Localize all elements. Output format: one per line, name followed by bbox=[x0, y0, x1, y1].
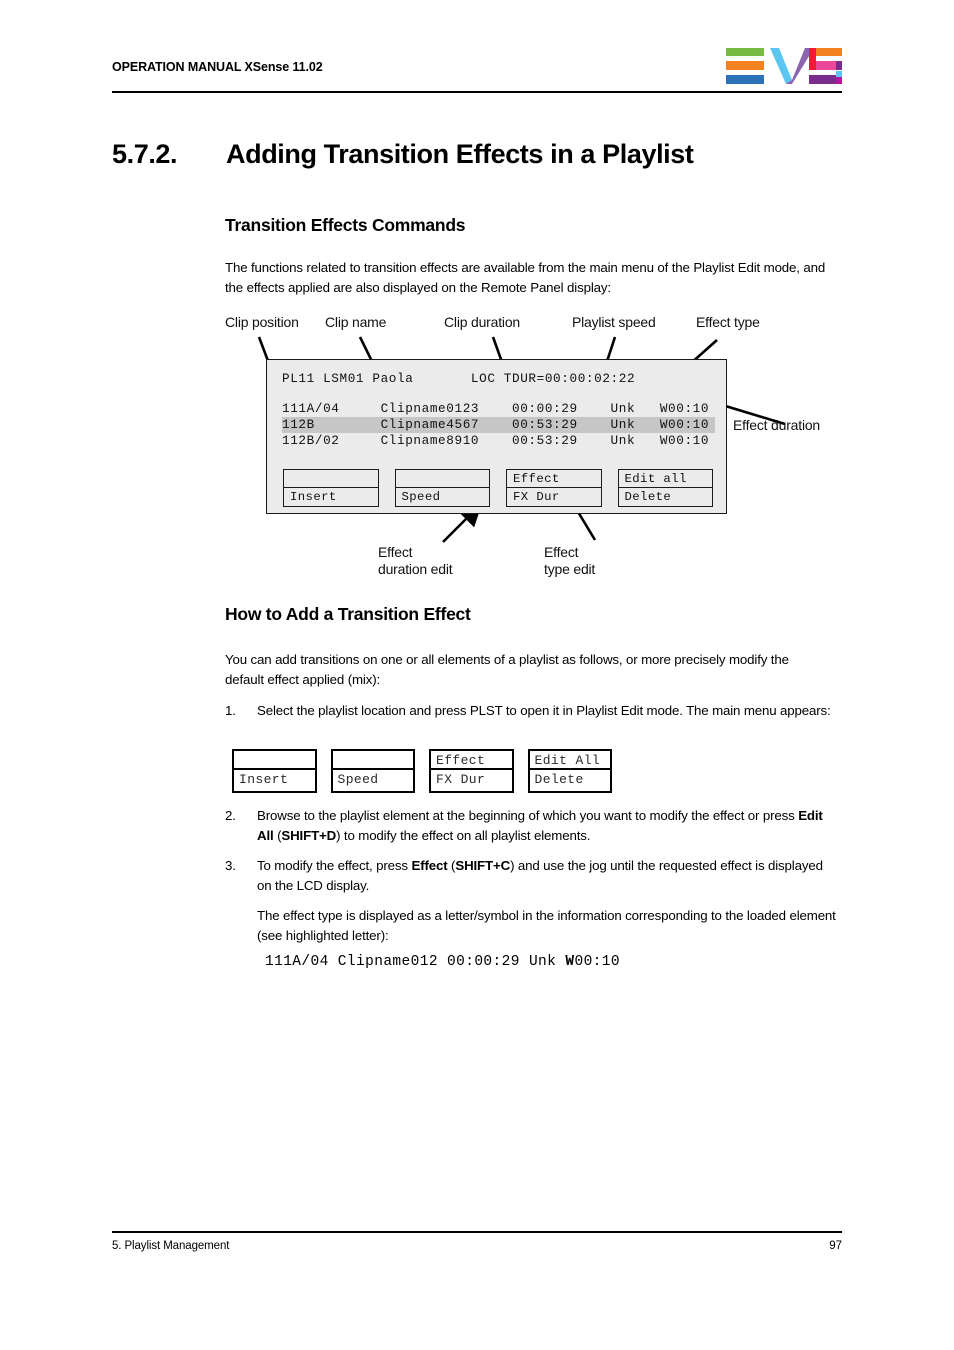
lcd-button-speed[interactable]: Speed bbox=[394, 469, 490, 507]
footer-divider bbox=[112, 1231, 842, 1233]
code-sample-effect-line: 111A/04 Clipname012 00:00:29 Unk W00:10 bbox=[265, 954, 620, 970]
footer-page-number: 97 bbox=[829, 1240, 842, 1252]
code-suffix: 00:10 bbox=[574, 954, 620, 970]
annotation-effect-type-edit-line1: Effect bbox=[544, 544, 579, 560]
lcd-button-grid: Insert Speed Effect FX Dur Edit all Dele… bbox=[283, 469, 713, 507]
menu-button-delete-label[interactable]: Delete bbox=[530, 770, 611, 789]
annotation-effect-type-edit: Effect type edit bbox=[544, 544, 654, 578]
lcd-button-editall-label[interactable]: Edit all bbox=[618, 470, 712, 488]
menu-button-insert[interactable]: Insert bbox=[232, 749, 317, 793]
lcd-button-speed-top[interactable] bbox=[395, 470, 489, 488]
lcd-header-line: PL11 LSM01 Paola LOC TDUR=00:00:02:22 bbox=[282, 371, 636, 386]
header-divider bbox=[112, 91, 842, 93]
footer-chapter: 5. Playlist Management bbox=[112, 1240, 230, 1252]
lcd-button-fxdur-label[interactable]: FX Dur bbox=[507, 488, 601, 506]
lcd-row-selected[interactable]: 112B Clipname4567 00:53:29 Unk W00:10 bbox=[282, 417, 716, 433]
annotation-clip-name: Clip name bbox=[325, 314, 387, 330]
annotation-effect-duration-edit-line1: Effect bbox=[378, 544, 413, 560]
lcd-button-effect-label[interactable]: Effect bbox=[507, 470, 601, 488]
header-title: OPERATION MANUAL XSense 11.02 bbox=[112, 60, 323, 74]
figure-remote-panel-display: Clip position Clip name Clip duration Pl… bbox=[225, 312, 845, 577]
evs-logo bbox=[726, 48, 842, 84]
lcd-button-insert-label[interactable]: Insert bbox=[284, 488, 378, 506]
step-text: Select the playlist location and press P… bbox=[257, 703, 831, 718]
menu-button-speed[interactable]: Speed bbox=[330, 749, 415, 793]
step-number: 3. bbox=[225, 858, 236, 873]
annotation-playlist-speed: Playlist speed bbox=[572, 314, 656, 330]
lcd-panel: PL11 LSM01 Paola LOC TDUR=00:00:02:22 11… bbox=[266, 359, 727, 514]
step-item-3: 3. To modify the effect, press Effect (S… bbox=[225, 856, 837, 895]
menu-button-effect-fxdur[interactable]: Effect FX Dur bbox=[429, 749, 514, 793]
page-title: 5.7.2. Adding Transition Effects in a Pla… bbox=[112, 139, 852, 170]
page-header: OPERATION MANUAL XSense 11.02 bbox=[112, 48, 842, 94]
annotation-clip-duration: Clip duration bbox=[444, 314, 520, 330]
annotation-effect-type-edit-line2: type edit bbox=[544, 561, 596, 577]
menu-button-editall-delete[interactable]: Edit All Delete bbox=[527, 749, 612, 793]
menu-button-editall-label[interactable]: Edit All bbox=[529, 751, 610, 770]
paragraph-howto-intro: You can add transitions on one or all el… bbox=[225, 652, 789, 687]
section-title-text: Adding Transition Effects in a Playlist bbox=[226, 139, 694, 169]
annotation-effect-duration: Effect duration bbox=[733, 417, 821, 433]
step-text: Browse to the playlist element at the be… bbox=[257, 808, 823, 843]
menu-button-speed-top[interactable] bbox=[332, 751, 413, 770]
lcd-row[interactable]: 111A/04 Clipname0123 00:00:29 Unk W00:10 bbox=[282, 401, 709, 417]
lcd-button-delete-label[interactable]: Delete bbox=[619, 488, 713, 506]
paragraph-commands-intro: The functions related to transition effe… bbox=[225, 260, 826, 295]
menu-button-insert-top[interactable] bbox=[234, 751, 315, 770]
annotation-clip-position: Clip position bbox=[225, 314, 299, 330]
code-prefix: 111A/04 Clipname012 00:00:29 Unk bbox=[265, 954, 566, 970]
menu-button-speed-label[interactable]: Speed bbox=[333, 770, 414, 789]
menu-button-insert-label[interactable]: Insert bbox=[234, 770, 315, 789]
document-page: OPERATION MANUAL XSense 11.02 5.7.2. Add… bbox=[0, 0, 954, 1350]
paragraph-effect-type-note: The effect type is displayed as a letter… bbox=[257, 908, 836, 943]
menu-button-fxdur-label[interactable]: FX Dur bbox=[431, 770, 512, 789]
figure-main-menu-buttons: Insert Speed Effect FX Dur Edit All Dele… bbox=[232, 749, 612, 793]
step-text: To modify the effect, press Effect (SHIF… bbox=[257, 858, 823, 893]
step-item-1: 1. Select the playlist location and pres… bbox=[225, 701, 837, 721]
step-number: 2. bbox=[225, 808, 236, 823]
step-number: 1. bbox=[225, 703, 236, 718]
heading-how-to-add-transition-effect: How to Add a Transition Effect bbox=[225, 604, 471, 624]
menu-button-effect-label[interactable]: Effect bbox=[431, 751, 512, 770]
lcd-button-insert-top[interactable] bbox=[284, 470, 378, 488]
annotation-effect-type: Effect type bbox=[696, 314, 760, 330]
annotation-effect-duration-edit-line2: duration edit bbox=[378, 561, 453, 577]
step-item-2: 2. Browse to the playlist element at the… bbox=[225, 806, 837, 845]
lcd-row[interactable]: 112B/02 Clipname8910 00:53:29 Unk W00:10 bbox=[282, 433, 709, 449]
lcd-button-insert[interactable]: Insert bbox=[283, 469, 379, 507]
lcd-button-effect-fxdur[interactable]: Effect FX Dur bbox=[506, 469, 602, 507]
lcd-button-speed-label[interactable]: Speed bbox=[396, 488, 490, 506]
lcd-button-editall-delete[interactable]: Edit all Delete bbox=[617, 469, 713, 507]
annotation-effect-duration-edit: Effect duration edit bbox=[378, 544, 498, 578]
section-number: 5.7.2. bbox=[112, 139, 178, 169]
heading-transition-effects-commands: Transition Effects Commands bbox=[225, 215, 466, 235]
